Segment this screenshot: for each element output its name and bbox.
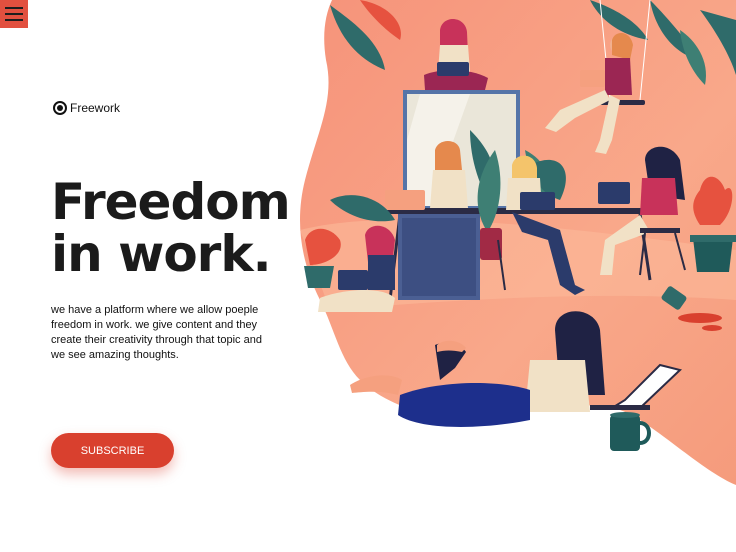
people-working-illustration [300,0,736,485]
